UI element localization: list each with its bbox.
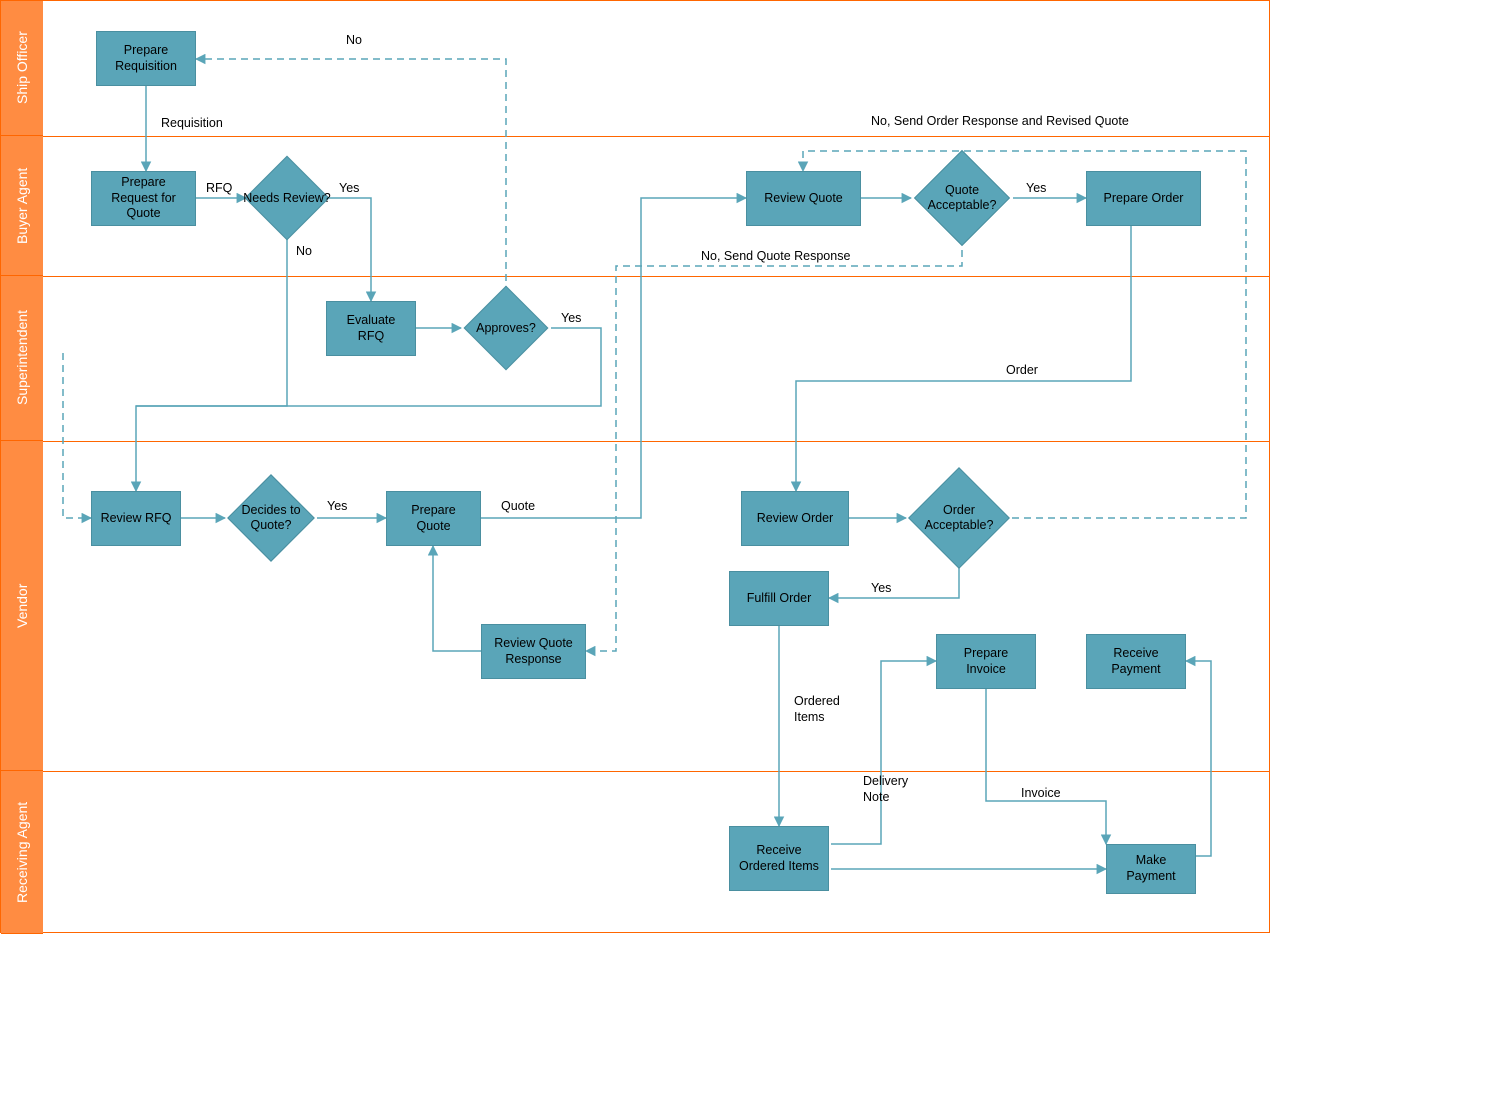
label-invoice: Invoice: [1021, 786, 1061, 802]
label-ordered-items: Ordered Items: [794, 694, 854, 725]
label-no-send-quote-resp: No, Send Quote Response: [701, 249, 850, 265]
node-prepare-quote: Prepare Quote: [386, 491, 481, 546]
label-yes1: Yes: [339, 181, 359, 197]
label-yes5: Yes: [871, 581, 891, 597]
label-requisition: Requisition: [161, 116, 223, 132]
node-review-quote: Review Quote: [746, 171, 861, 226]
label-yes4: Yes: [1026, 181, 1046, 197]
node-prepare-invoice: Prepare Invoice: [936, 634, 1036, 689]
node-prepare-rfq: Prepare Request for Quote: [91, 171, 196, 226]
swimlane-diagram: Ship Officer Buyer Agent Superintendent …: [0, 0, 1270, 933]
node-evaluate-rfq: Evaluate RFQ: [326, 301, 416, 356]
label-quote: Quote: [501, 499, 535, 515]
node-review-quote-response: Review Quote Response: [481, 624, 586, 679]
node-make-payment: Make Payment: [1106, 844, 1196, 894]
connectors: [1, 1, 1271, 934]
node-prepare-requisition: Prepare Requisition: [96, 31, 196, 86]
node-fulfill-order: Fulfill Order: [729, 571, 829, 626]
label-no-send-order-resp: No, Send Order Response and Revised Quot…: [871, 114, 1171, 130]
label-no1: No: [296, 244, 312, 260]
node-prepare-order: Prepare Order: [1086, 171, 1201, 226]
node-review-rfq: Review RFQ: [91, 491, 181, 546]
label-yes2: Yes: [561, 311, 581, 327]
label-delivery-note: Delivery Note: [863, 774, 923, 805]
label-rfq: RFQ: [206, 181, 232, 197]
node-receive-payment: Receive Payment: [1086, 634, 1186, 689]
label-no2: No: [346, 33, 362, 49]
label-order: Order: [1006, 363, 1038, 379]
label-yes3: Yes: [327, 499, 347, 515]
node-review-order: Review Order: [741, 491, 849, 546]
node-receive-ordered-items: Receive Ordered Items: [729, 826, 829, 891]
